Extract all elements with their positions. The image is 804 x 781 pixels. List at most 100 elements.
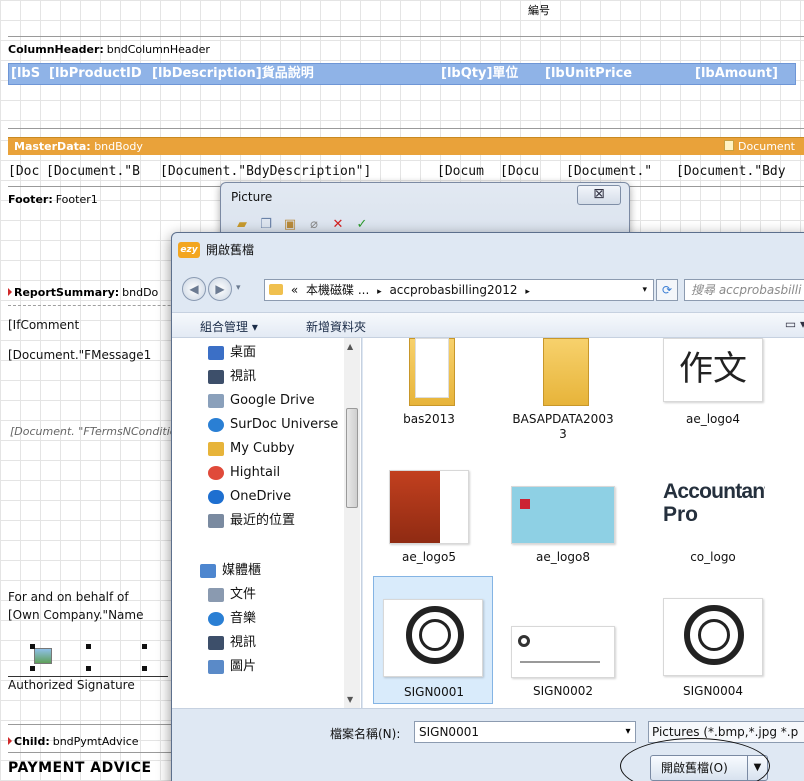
header-cell[interactable]: [lbS	[11, 64, 40, 84]
header-cell[interactable]: [lbDescription]貨品說明	[152, 64, 314, 84]
folder-icon	[543, 338, 589, 406]
logo-text-line: Accountant	[663, 480, 765, 503]
resize-handle[interactable]	[142, 644, 147, 649]
resize-handle[interactable]	[30, 666, 35, 671]
nav-item-hightail[interactable]: Hightail	[208, 462, 280, 484]
header-cell[interactable]: [lbAmount]	[695, 64, 778, 84]
terms-field[interactable]: [Document. "FTermsNConditio	[10, 425, 177, 438]
onedrive-icon	[208, 490, 224, 504]
nav-item-video[interactable]: 視訊	[208, 366, 256, 388]
company-name-field[interactable]: [Own Company."Name	[8, 608, 143, 622]
file-item[interactable]: 作文 ae_logo4	[653, 338, 773, 448]
address-segment[interactable]: accprobasbilling2012	[389, 283, 517, 297]
libraries-icon	[200, 564, 216, 578]
refresh-icon: ⟳	[661, 283, 673, 297]
filename-input[interactable]: SIGN0001	[414, 721, 636, 743]
band-label-child[interactable]: Child: bndPymtAdvice	[8, 732, 139, 750]
resize-handle[interactable]	[30, 644, 35, 649]
nav-item-music[interactable]: 音樂	[208, 608, 256, 630]
address-bar[interactable]: « 本機磁碟 ... ▸ accprobasbilling2012 ▸ ▾	[264, 279, 654, 301]
file-item[interactable]: SIGN0002	[503, 576, 623, 704]
address-dropdown-icon[interactable]: ▾	[642, 280, 647, 300]
recent-pages-dropdown[interactable]: ▾	[236, 283, 241, 293]
nav-item-my-cubby[interactable]: My Cubby	[208, 438, 295, 460]
file-item[interactable]: ae_logo8	[503, 464, 623, 564]
message-field[interactable]: [Document."FMessage1	[8, 348, 151, 362]
refresh-button[interactable]: ⟳	[656, 279, 678, 301]
comment-field[interactable]: [IfComment	[8, 318, 79, 332]
breadcrumb-arrow-icon[interactable]: ▸	[525, 287, 530, 297]
breadcrumb-arrow-icon[interactable]: ▸	[377, 287, 382, 297]
file-item[interactable]: ae_logo5	[369, 464, 489, 564]
picture-icon	[34, 648, 52, 664]
paste-icon[interactable]: ▣	[281, 215, 299, 233]
file-item-selected[interactable]: SIGN0001	[373, 576, 493, 704]
header-cell[interactable]: [lbQty]單位	[441, 64, 518, 84]
address-segment[interactable]: 本機磁碟 ...	[306, 283, 369, 297]
back-button[interactable]: ◀	[182, 277, 206, 301]
resize-handle[interactable]	[142, 666, 147, 671]
cancel-icon[interactable]: ✕	[329, 215, 347, 233]
ok-icon[interactable]: ✓	[353, 215, 371, 233]
copy-icon[interactable]: ❐	[257, 215, 275, 233]
search-input[interactable]: 搜尋 accprobasbilli	[684, 279, 804, 301]
nav-item-recent-places[interactable]: 最近的位置	[208, 510, 295, 532]
body-field[interactable]: [Doc	[8, 164, 39, 179]
filename-dropdown-icon[interactable]: ▾	[620, 721, 636, 743]
file-name: BASAPDATA2003	[512, 412, 614, 426]
nav-item-onedrive[interactable]: OneDrive	[208, 486, 291, 508]
band-label-report-summary[interactable]: ReportSummary: bndDo	[8, 283, 158, 301]
body-field[interactable]: [Docum	[437, 164, 484, 179]
master-data-bar[interactable]: MasterData: bndBody Document	[8, 137, 804, 155]
file-item[interactable]: SIGN0004	[653, 576, 773, 704]
nav-item-surdoc[interactable]: SurDoc Universe	[208, 414, 338, 436]
file-name: ae_logo4	[685, 412, 740, 426]
file-item[interactable]: BASAPDATA2003 3	[503, 338, 623, 448]
body-field[interactable]: [Document."BdyDescription"]	[160, 164, 371, 179]
open-file-dialog: ezy 開啟舊檔 ◀ ▶ ▾ « 本機磁碟 ... ▸ accprobasbil…	[171, 232, 804, 781]
new-folder-button[interactable]: 新增資料夾	[306, 318, 366, 335]
organize-button[interactable]: 組合管理 ▾	[200, 318, 258, 335]
nav-pane-scrollbar[interactable]: ▲ ▼	[344, 338, 360, 708]
desktop-icon	[208, 346, 224, 360]
body-field[interactable]: [Docu	[500, 164, 539, 179]
file-item[interactable]: Accountant Pro co_logo	[653, 464, 773, 564]
file-name: bas2013	[403, 412, 455, 426]
close-button[interactable]: ⊠	[577, 185, 621, 205]
clear-icon[interactable]: ⌀	[305, 215, 323, 233]
nav-item-video[interactable]: 視訊	[208, 632, 256, 654]
scrollbar-thumb[interactable]	[346, 408, 358, 508]
on-behalf-text[interactable]: For and on behalf of	[8, 590, 129, 604]
resize-handle[interactable]	[86, 644, 91, 649]
header-cell[interactable]: [lbUnitPrice	[545, 64, 632, 84]
view-icon: ▭ ▾	[784, 317, 804, 331]
file-item[interactable]: bas2013	[369, 338, 489, 448]
thumbnail-red-logo	[389, 470, 469, 544]
resize-handle[interactable]	[86, 666, 91, 671]
column-header-bar[interactable]: [lbS [lbProductID [lbDescription]貨品說明 [l…	[8, 63, 796, 85]
body-field[interactable]: [Document."	[566, 164, 652, 179]
thumbnail-calligraphy: 作文	[663, 338, 763, 402]
nav-item-documents[interactable]: 文件	[208, 584, 256, 606]
signature-line	[8, 676, 168, 677]
body-field[interactable]: [Document."B	[46, 164, 140, 179]
nav-item-libraries[interactable]: 媒體櫃	[200, 560, 261, 582]
body-field[interactable]: [Document."Bdy	[676, 164, 786, 179]
scroll-down-icon[interactable]: ▼	[347, 695, 353, 704]
nav-label: 視訊	[230, 369, 257, 384]
nav-label: 圖片	[230, 659, 257, 674]
authorized-signature-label[interactable]: Authorized Signature	[8, 678, 135, 692]
signature-picture-placeholder[interactable]	[30, 644, 150, 672]
forward-button[interactable]: ▶	[208, 277, 232, 301]
band-label-footer[interactable]: Footer: Footer1	[8, 190, 98, 208]
open-icon[interactable]: ▰	[233, 215, 251, 233]
view-options-button[interactable]: ▭ ▾	[785, 317, 804, 331]
scroll-up-icon[interactable]: ▲	[347, 342, 353, 351]
nav-item-pictures[interactable]: 圖片	[208, 656, 256, 678]
file-name: co_logo	[690, 550, 736, 564]
nav-item-desktop[interactable]: 桌面	[208, 342, 256, 364]
band-label-column-header[interactable]: ColumnHeader: bndColumnHeader	[8, 40, 210, 58]
nav-item-google-drive[interactable]: Google Drive	[208, 390, 315, 412]
header-cell[interactable]: [lbProductID	[49, 64, 142, 84]
band-type: Child:	[14, 734, 50, 748]
